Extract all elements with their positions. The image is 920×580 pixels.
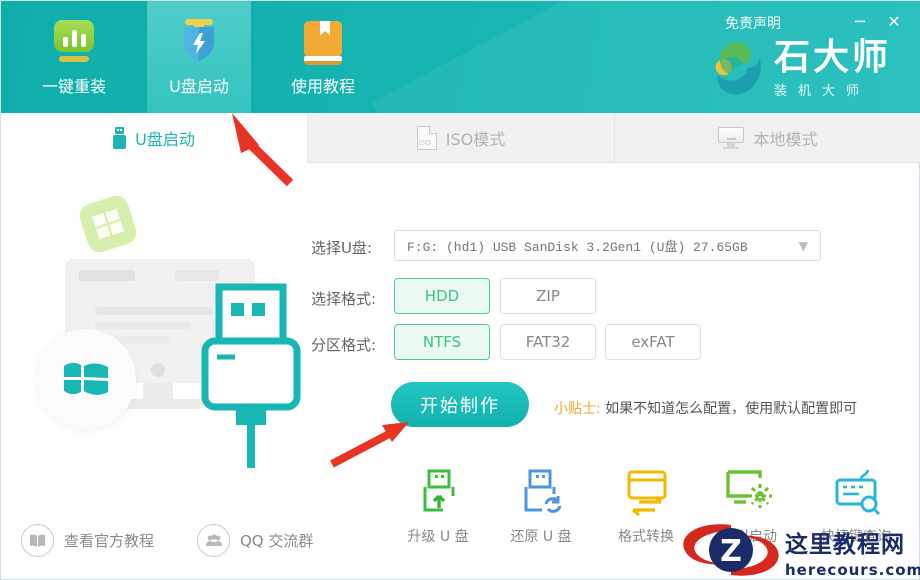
mode-tabbar: U盘启动 ISO ISO模式 本地模式 [1, 113, 920, 163]
tab-iso-mode[interactable]: ISO ISO模式 [307, 113, 614, 163]
tab-label: ISO模式 [446, 126, 505, 150]
people-circle-icon [197, 524, 230, 557]
partition-option-ntfs[interactable]: NTFS [394, 324, 490, 360]
tool-label: 还原 U 盘 [510, 526, 571, 546]
usb-select-label: 选择U盘: [311, 237, 372, 258]
bar-chart-icon [51, 18, 97, 64]
brand-name: 石大师 [774, 39, 891, 77]
partition-option-exfat[interactable]: exFAT [605, 324, 701, 360]
usb-restore-icon [518, 468, 564, 516]
nav-item-reinstall[interactable]: 一键重装 [22, 1, 126, 113]
partition-select-label: 分区格式: [311, 334, 376, 355]
book-icon [300, 18, 346, 64]
usb-boot-illustration [1, 163, 306, 506]
brand-swirl-icon [712, 40, 766, 98]
watermark-logo-icon: Z [679, 519, 783, 580]
footer-link-label: QQ 交流群 [240, 530, 313, 551]
windows-tile-icon [76, 192, 139, 255]
nav-item-tutorial[interactable]: 使用教程 [271, 1, 375, 113]
partition-option-fat32[interactable]: FAT32 [500, 324, 596, 360]
tab-label: 本地模式 [753, 126, 817, 150]
disclaimer-link[interactable]: 免责声明 [725, 13, 781, 33]
footer-link-label: 查看官方教程 [64, 530, 154, 551]
nav-label: 一键重装 [42, 73, 106, 97]
nav-label: 使用教程 [291, 73, 355, 97]
svg-text:Z: Z [720, 534, 742, 569]
brand-logo: 石大师 装机大师 [712, 39, 891, 99]
tool-label: 格式转换 [618, 526, 674, 546]
usb-drive-dropdown[interactable]: F:G: (hd1) USB SanDisk 3.2Gen1 (U盘) 27.6… [394, 230, 821, 261]
iso-file-icon: ISO [417, 126, 437, 150]
monitor-icon [718, 127, 744, 149]
tab-label: U盘启动 [135, 126, 195, 150]
app-window: 一键重装 U盘启动 使用教程 免责声明 ─ ✕ [0, 0, 920, 580]
tool-upgrade-usb[interactable]: 升级 U 盘 [388, 468, 488, 546]
usb-plug-graphic [197, 283, 307, 468]
tip-text: 小贴士: 如果不知道怎么配置，使用默认配置即可 [554, 398, 857, 418]
nav-item-usb-boot[interactable]: U盘启动 [147, 1, 251, 113]
simulate-boot-icon [724, 468, 774, 516]
usb-drive-value: F:G: (hd1) USB SanDisk 3.2Gen1 (U盘) 27.6… [407, 236, 799, 255]
header: 一键重装 U盘启动 使用教程 免责声明 ─ ✕ [1, 1, 920, 113]
tip-tag: 小贴士: [554, 401, 601, 417]
hotkey-search-icon [831, 468, 881, 516]
usb-upgrade-icon [415, 468, 461, 516]
book-circle-icon [21, 524, 54, 557]
watermark-title: 这里教程网 [785, 525, 920, 559]
chevron-down-icon: ▼ [799, 239, 808, 253]
format-option-zip[interactable]: ZIP [500, 278, 596, 314]
format-option-hdd[interactable]: HDD [394, 278, 490, 314]
format-select-label: 选择格式: [311, 288, 376, 309]
close-button[interactable]: ✕ [881, 9, 907, 35]
tab-usb-boot[interactable]: U盘启动 [1, 113, 307, 163]
qq-group-link[interactable]: QQ 交流群 [197, 524, 313, 557]
usb-shield-icon [176, 18, 222, 64]
usb-stick-icon [113, 127, 126, 149]
start-make-button[interactable]: 开始制作 [391, 382, 529, 427]
official-tutorial-link[interactable]: 查看官方教程 [21, 524, 154, 557]
tool-restore-usb[interactable]: 还原 U 盘 [491, 468, 591, 546]
windows-flag-icon [36, 329, 136, 429]
tool-label: 升级 U 盘 [407, 526, 468, 546]
tab-local-mode[interactable]: 本地模式 [614, 113, 920, 163]
format-convert-icon [623, 468, 669, 516]
watermark-url: herecours.com [785, 561, 920, 579]
nav-label: U盘启动 [169, 73, 229, 97]
minimize-button[interactable]: ─ [847, 9, 873, 35]
brand-subtitle: 装机大师 [774, 80, 891, 99]
watermark: Z 这里教程网 herecours.com [679, 519, 920, 580]
